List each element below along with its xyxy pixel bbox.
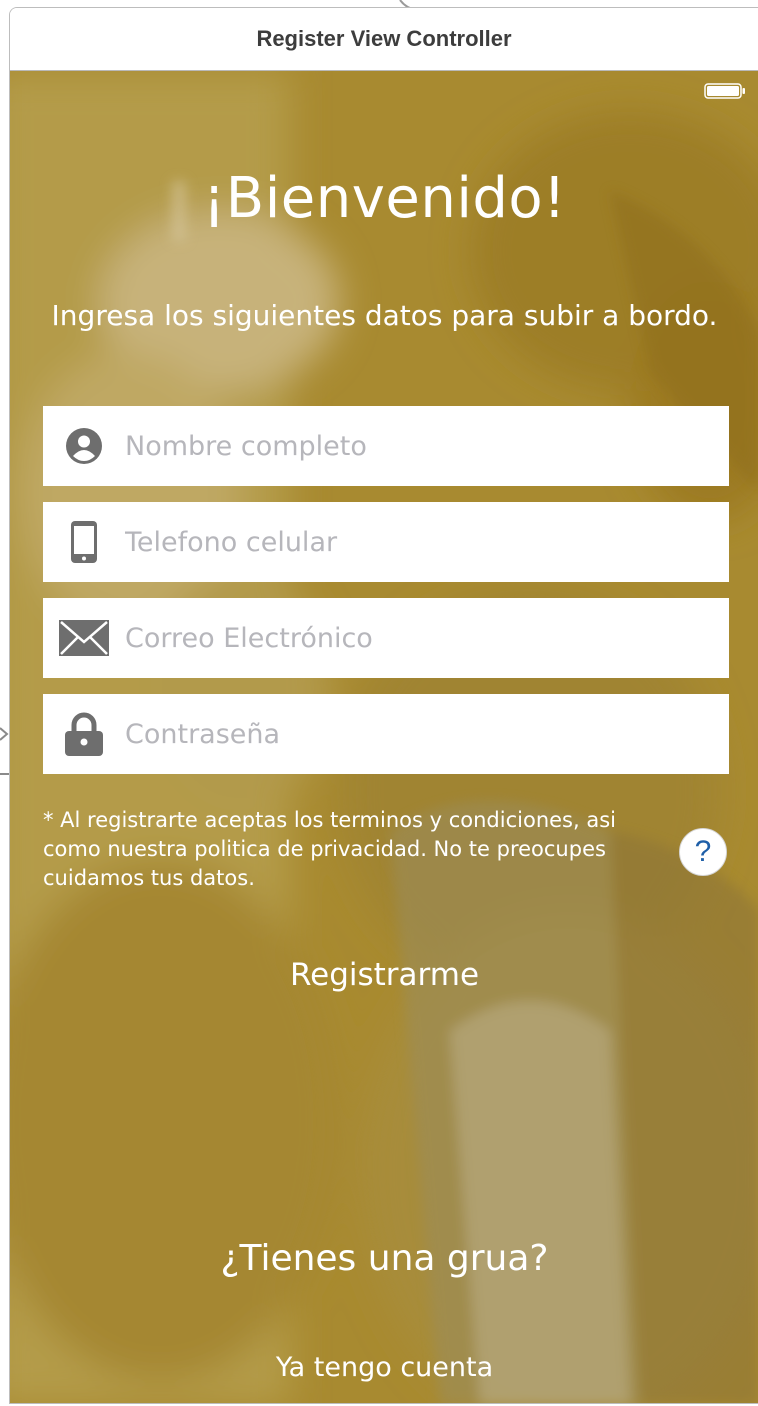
login-button[interactable]: Ya tengo cuenta <box>10 1347 758 1387</box>
view-controller-scene: Register View Controller ¡Bienvenido! In… <box>9 7 758 1404</box>
password-field[interactable] <box>43 694 729 774</box>
email-input[interactable] <box>125 608 705 668</box>
question-mark-icon: ? <box>694 835 712 868</box>
full-name-field[interactable] <box>43 406 729 486</box>
terms-text: * Al registrarte aceptas los terminos y … <box>43 808 616 890</box>
battery-icon <box>704 83 745 99</box>
storyboard-canvas: Register View Controller ¡Bienvenido! In… <box>0 0 758 1406</box>
email-field[interactable] <box>43 598 729 678</box>
have-crane-button[interactable]: ¿Tienes una grua? <box>10 1233 758 1283</box>
phone-icon <box>43 502 125 582</box>
help-button[interactable]: ? <box>679 828 727 876</box>
password-input[interactable] <box>125 704 705 764</box>
register-button[interactable]: Registrarme <box>10 953 758 997</box>
subtitle-text: Ingresa los siguientes datos para subir … <box>51 299 718 332</box>
welcome-title: ¡Bienvenido! <box>202 166 567 231</box>
scene-title: Register View Controller <box>10 8 758 71</box>
user-icon <box>43 406 125 486</box>
phone-field[interactable] <box>43 502 729 582</box>
phone-input[interactable] <box>125 512 705 572</box>
envelope-icon <box>43 598 125 678</box>
register-screen: ¡Bienvenido! Ingresa los siguientes dato… <box>10 71 758 1403</box>
lock-icon <box>43 694 125 774</box>
full-name-input[interactable] <box>125 416 705 476</box>
